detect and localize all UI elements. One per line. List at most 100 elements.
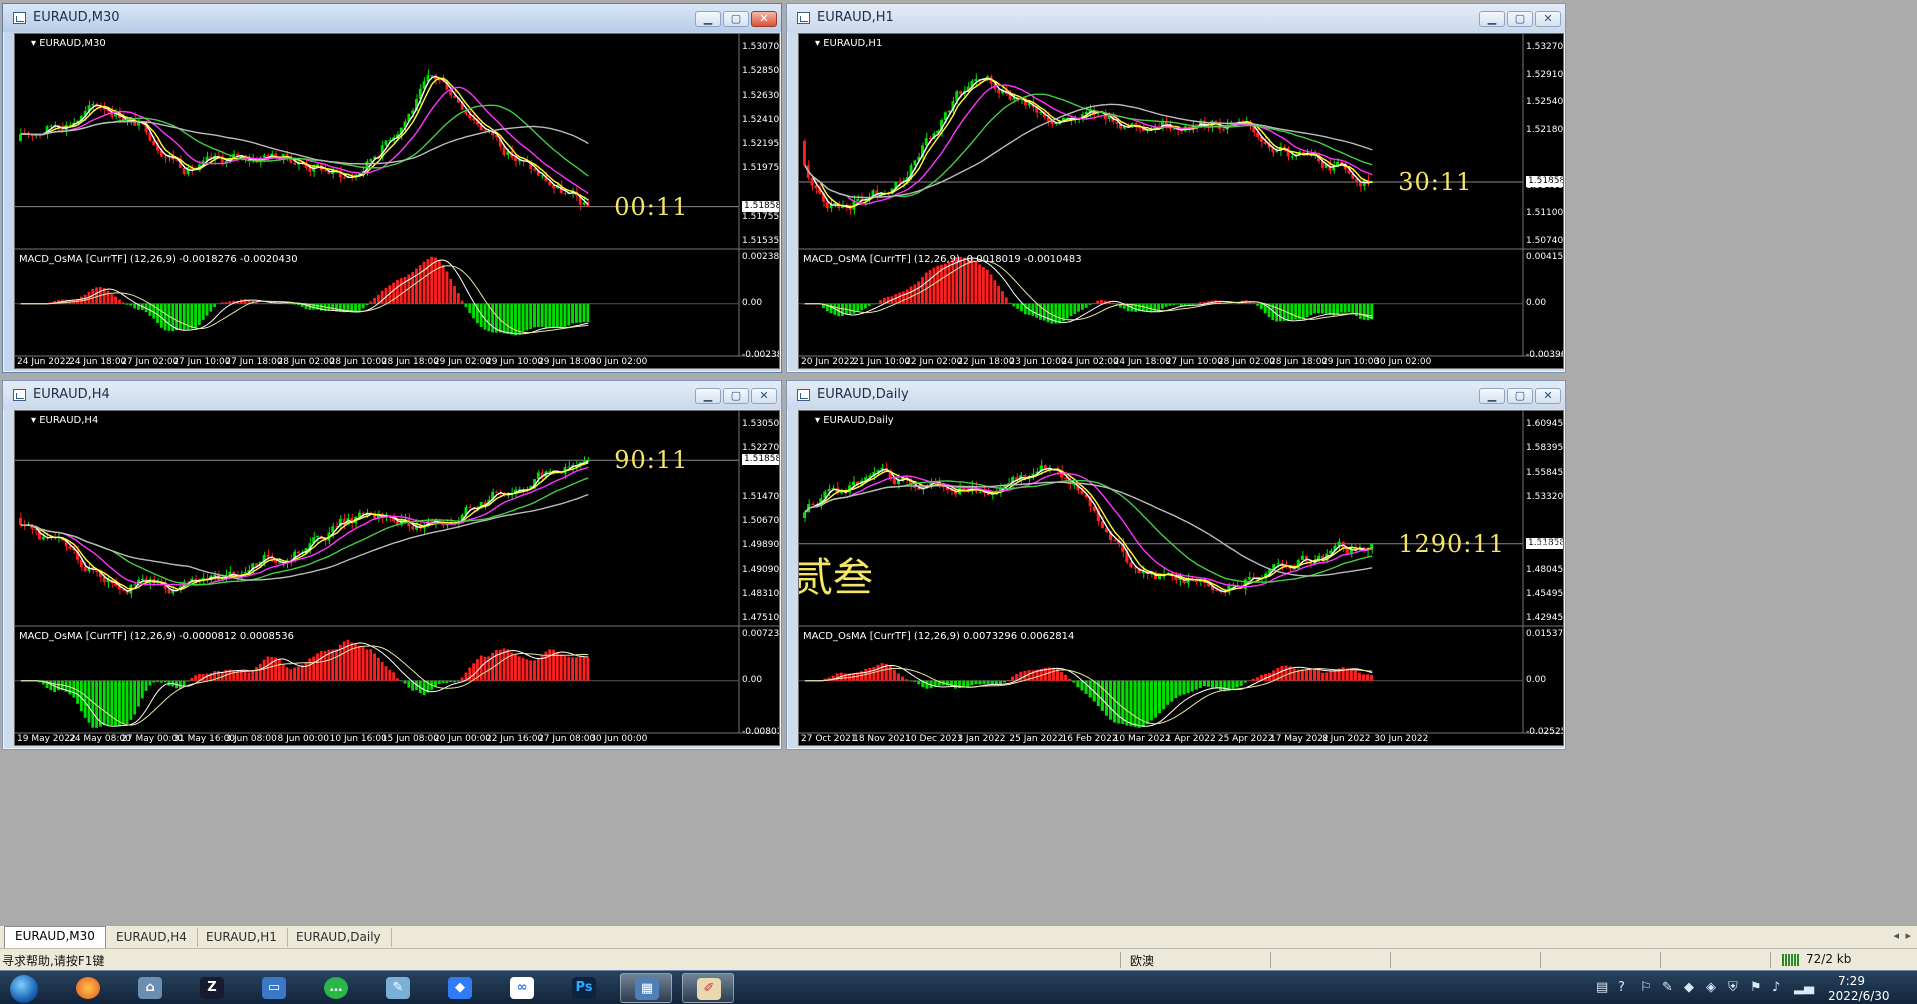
window-titlebar[interactable]: EURAUD,H1 ▁ ▢ ✕ bbox=[787, 4, 1565, 32]
time-axis-label: 15 Jun 08:00 bbox=[381, 734, 439, 744]
indicator-axis-label: 0.0023855 bbox=[742, 252, 780, 262]
macd-histogram-bar bbox=[464, 303, 468, 308]
flag-icon[interactable]: ⚑ bbox=[1750, 980, 1762, 995]
keyboard-icon[interactable]: ▤ bbox=[1596, 980, 1608, 995]
time-axis-label: 22 Jun 18:00 bbox=[957, 357, 1015, 367]
volume-icon[interactable]: ♪ bbox=[1772, 980, 1780, 995]
close-button[interactable]: ✕ bbox=[751, 388, 777, 404]
macd-histogram-bar bbox=[574, 303, 578, 323]
macd-histogram-bar bbox=[571, 303, 575, 324]
maximize-button[interactable]: ▢ bbox=[1507, 11, 1533, 27]
time-axis-label: 24 Jun 18:00 bbox=[1113, 357, 1171, 367]
moving-average-line bbox=[804, 84, 1373, 205]
notepad-icon[interactable]: ✎ bbox=[372, 973, 424, 1003]
macd-histogram-bar bbox=[521, 657, 525, 681]
macd-histogram-bar bbox=[76, 680, 79, 704]
candle-body bbox=[1133, 567, 1137, 569]
clock-time[interactable]: 7:29 bbox=[1838, 974, 1865, 988]
network-tray-icon[interactable]: ▂▄ bbox=[1794, 980, 1814, 995]
macd-histogram-bar bbox=[376, 657, 380, 681]
minimize-button[interactable]: ▁ bbox=[1479, 11, 1505, 27]
tab-euraud-daily[interactable]: EURAUD,Daily bbox=[286, 928, 392, 947]
close-button[interactable]: ✕ bbox=[1535, 11, 1561, 27]
macd-histogram-bar bbox=[110, 680, 114, 726]
macd-histogram-bar bbox=[529, 660, 533, 681]
metatrader-window-icon[interactable]: ▦ bbox=[620, 973, 672, 1003]
maximize-button[interactable]: ▢ bbox=[1507, 388, 1533, 404]
price-axis-label: 1.49890 bbox=[742, 540, 780, 551]
security-icon[interactable]: ⛨ bbox=[1728, 980, 1738, 995]
macd-histogram-bar bbox=[83, 680, 87, 718]
moving-average-line bbox=[20, 466, 589, 587]
chart-window-h4[interactable]: EURAUD,H4 ▁ ▢ ✕ EURAUD,H4 MACD_OsMA [Curr… bbox=[2, 380, 782, 750]
price-axis-label: 1.52540 bbox=[1526, 97, 1564, 108]
help-icon[interactable]: ? bbox=[1618, 980, 1625, 995]
candle-body bbox=[468, 507, 472, 509]
alert-icon[interactable]: ⚐ bbox=[1640, 980, 1652, 995]
feishu-tray-icon[interactable]: ◆ bbox=[1684, 980, 1694, 995]
pen-icon[interactable]: ✎ bbox=[1662, 980, 1673, 995]
macd-histogram-bar bbox=[525, 303, 529, 331]
chart-window-icon bbox=[13, 389, 26, 401]
minimize-button[interactable]: ▁ bbox=[695, 388, 721, 404]
macd-histogram-bar bbox=[974, 262, 978, 304]
price-axis-label: 1.55845 bbox=[1526, 467, 1564, 478]
macd-histogram-bar bbox=[87, 680, 91, 723]
macd-histogram-bar bbox=[255, 302, 258, 304]
tab-scroll-right-icon[interactable]: ▸ bbox=[1905, 929, 1911, 942]
macd-histogram-bar bbox=[868, 667, 872, 681]
maximize-button[interactable]: ▢ bbox=[723, 388, 749, 404]
close-button[interactable]: ✕ bbox=[751, 11, 777, 27]
window-titlebar[interactable]: EURAUD,H4 ▁ ▢ ✕ bbox=[3, 381, 781, 409]
feishu-icon[interactable]: ◆ bbox=[434, 973, 486, 1003]
candle-body bbox=[898, 181, 902, 183]
start-orb[interactable] bbox=[0, 973, 50, 1003]
chart-canvas[interactable]: EURAUD,M30 MACD_OsMA [CurrTF] (12,26,9) -… bbox=[14, 33, 780, 369]
candle-body bbox=[277, 562, 281, 564]
macd-histogram-bar bbox=[536, 657, 540, 681]
chart-window-icon bbox=[797, 12, 810, 24]
chart-window-h1[interactable]: EURAUD,H1 ▁ ▢ ✕ EURAUD,H1 MACD_OsMA [Curr… bbox=[786, 3, 1566, 373]
baidu-tray-icon[interactable]: ◈ bbox=[1706, 980, 1716, 995]
macd-histogram-bar bbox=[434, 257, 437, 304]
macd-histogram-bar bbox=[156, 303, 159, 323]
macd-histogram-bar bbox=[1275, 303, 1279, 322]
chart-window-m30[interactable]: EURAUD,M30 ▁ ▢ ✕ EURAUD,M30 MACD_OsMA [Cu… bbox=[2, 3, 782, 373]
macd-histogram-bar bbox=[1191, 303, 1195, 305]
macd-histogram-bar bbox=[982, 680, 986, 684]
chart-canvas[interactable]: EURAUD,H4 MACD_OsMA [CurrTF] (12,26,9) -0… bbox=[14, 410, 780, 746]
chart-symbol-label: EURAUD,M30 bbox=[31, 38, 106, 49]
monitor-icon[interactable]: ▭ bbox=[248, 973, 300, 1003]
tab-scroll-left-icon[interactable]: ◂ bbox=[1893, 929, 1899, 942]
tab-euraud-h4[interactable]: EURAUD,H4 bbox=[106, 928, 198, 947]
metatrader-icon[interactable]: Z bbox=[186, 973, 238, 1003]
macd-histogram-bar bbox=[144, 680, 148, 691]
chart-canvas[interactable]: EURAUD,H1 MACD_OsMA [CurrTF] (12,26,9) -0… bbox=[798, 33, 1564, 369]
chart-window-icon bbox=[13, 12, 26, 24]
close-button[interactable]: ✕ bbox=[1535, 388, 1561, 404]
photoshop-icon[interactable]: Ps bbox=[558, 973, 610, 1003]
window-titlebar[interactable]: EURAUD,Daily ▁ ▢ ✕ bbox=[787, 381, 1565, 409]
macd-histogram-bar bbox=[1235, 680, 1239, 688]
baidu-icon[interactable]: ∞ bbox=[496, 973, 548, 1003]
macd-histogram-bar bbox=[559, 654, 563, 681]
macd-histogram-bar bbox=[947, 261, 951, 304]
window-titlebar[interactable]: EURAUD,M30 ▁ ▢ ✕ bbox=[3, 4, 781, 32]
firefox-icon[interactable] bbox=[62, 973, 114, 1003]
paint-icon[interactable]: ✐ bbox=[682, 973, 734, 1003]
chart-canvas[interactable]: EURAUD,Daily MACD_OsMA [CurrTF] (12,26,9)… bbox=[798, 410, 1564, 746]
macd-histogram-bar bbox=[525, 659, 529, 681]
minimize-button[interactable]: ▁ bbox=[695, 11, 721, 27]
network-icon[interactable]: ⌂ bbox=[124, 973, 176, 1003]
minimize-button[interactable]: ▁ bbox=[1479, 388, 1505, 404]
macd-histogram-bar bbox=[510, 303, 514, 335]
macd-histogram-bar bbox=[224, 302, 228, 304]
time-axis-label: 30 Jun 02:00 bbox=[590, 357, 648, 367]
wechat-icon[interactable]: … bbox=[310, 973, 362, 1003]
chart-window-daily[interactable]: EURAUD,Daily ▁ ▢ ✕ EURAUD,Daily MACD_OsMA… bbox=[786, 380, 1566, 750]
macd-histogram-bar bbox=[129, 680, 133, 720]
tab-euraud-m30[interactable]: EURAUD,M30 bbox=[4, 926, 106, 949]
maximize-button[interactable]: ▢ bbox=[723, 11, 749, 27]
tab-euraud-h1[interactable]: EURAUD,H1 bbox=[196, 928, 288, 947]
clock-date[interactable]: 2022/6/30 bbox=[1828, 989, 1890, 1003]
